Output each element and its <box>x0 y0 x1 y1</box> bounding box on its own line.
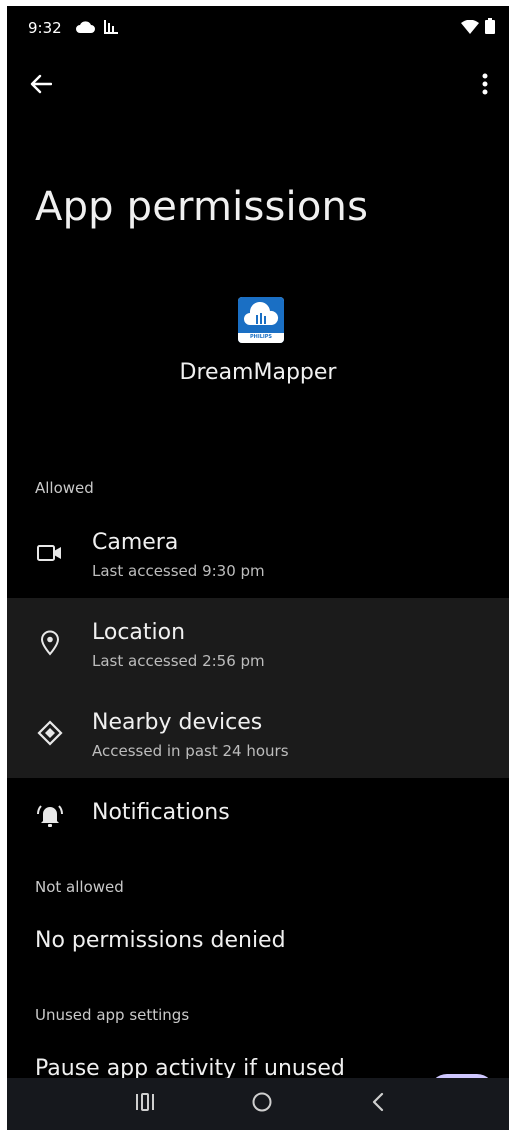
wifi-icon <box>461 19 479 38</box>
camera-icon <box>35 538 65 568</box>
recents-button[interactable] <box>125 1086 165 1122</box>
permission-title: Camera <box>92 530 179 555</box>
section-label-allowed: Allowed <box>35 479 94 497</box>
app-icon-brand: PHILIPS <box>249 334 273 340</box>
status-time: 9:32 <box>28 19 62 37</box>
notifications-icon <box>35 800 65 830</box>
location-icon <box>35 628 65 658</box>
section-label-unused: Unused app settings <box>35 1006 190 1024</box>
no-permissions-denied-text: No permissions denied <box>35 928 286 953</box>
arrow-left-icon <box>30 74 53 98</box>
more-vert-icon <box>482 73 488 99</box>
cloud-icon <box>75 19 95 38</box>
battery-icon <box>485 18 495 38</box>
status-left-icons <box>75 18 119 38</box>
status-right-icons <box>461 18 495 38</box>
home-icon <box>251 1091 273 1117</box>
section-label-not-allowed: Not allowed <box>35 878 124 896</box>
permission-title: Notifications <box>92 800 230 825</box>
screen: 9:32 App permissions PHILIPS DreamMapper… <box>7 6 509 1130</box>
page-title: App permissions <box>35 184 369 230</box>
app-name: DreamMapper <box>179 360 337 385</box>
permission-subtitle: Last accessed 2:56 pm <box>92 652 265 670</box>
more-options-button[interactable] <box>467 68 503 104</box>
permission-subtitle: Accessed in past 24 hours <box>92 742 289 760</box>
back-nav-button[interactable] <box>358 1086 398 1122</box>
permission-title: Location <box>92 620 186 645</box>
permission-subtitle: Last accessed 9:30 pm <box>92 562 265 580</box>
chart-icon <box>103 18 119 38</box>
permission-title: Nearby devices <box>92 710 263 735</box>
home-button[interactable] <box>242 1086 282 1122</box>
status-bar: 9:32 <box>7 6 509 50</box>
app-icon: PHILIPS <box>238 297 284 343</box>
permission-row-location[interactable]: Location Last accessed 2:56 pm <box>7 598 509 688</box>
app-bar <box>7 62 509 114</box>
navigation-bar <box>7 1078 509 1130</box>
permission-row-camera[interactable]: Camera Last accessed 9:30 pm <box>7 508 509 598</box>
nearby-devices-icon <box>35 718 65 748</box>
recents-icon <box>135 1093 155 1115</box>
permission-row-notifications[interactable]: Notifications <box>7 778 509 868</box>
back-button[interactable] <box>23 68 59 104</box>
back-icon <box>371 1092 385 1116</box>
permission-row-nearby-devices[interactable]: Nearby devices Accessed in past 24 hours <box>7 688 509 778</box>
